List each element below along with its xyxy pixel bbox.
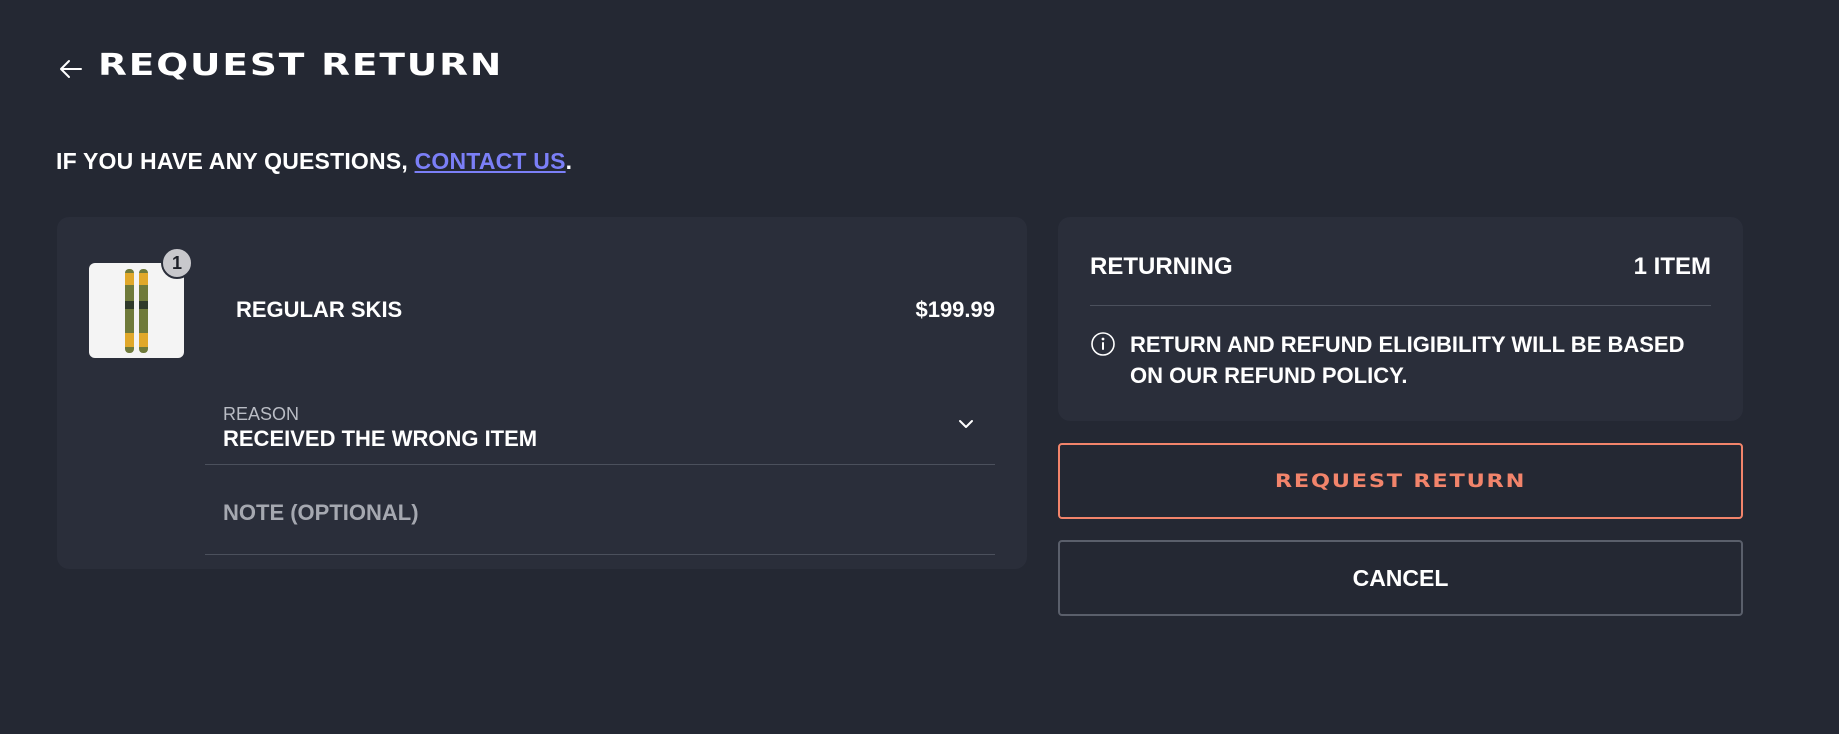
arrow-left-icon[interactable]: [56, 55, 84, 83]
help-text-prefix: IF YOU HAVE ANY QUESTIONS,: [56, 148, 415, 174]
return-item-card: 1 REGULAR SKIS $199.99 REASON RECEIVED T…: [57, 217, 1027, 569]
return-summary-card: RETURNING 1 ITEM RETURN AND REFUND ELIGI…: [1058, 217, 1743, 421]
page-title: REQUEST RETURN: [98, 48, 504, 83]
reason-select[interactable]: REASON RECEIVED THE WRONG ITEM: [205, 382, 995, 465]
help-text: IF YOU HAVE ANY QUESTIONS, CONTACT US.: [56, 148, 572, 175]
info-icon: [1091, 332, 1115, 356]
cancel-button-label: CANCEL: [1352, 564, 1449, 591]
returning-label: RETURNING: [1090, 253, 1233, 280]
chevron-down-icon: [959, 420, 973, 428]
reason-label: REASON: [223, 404, 300, 424]
cancel-button[interactable]: CANCEL: [1058, 540, 1743, 616]
summary-row: RETURNING 1 ITEM: [1090, 217, 1711, 306]
returning-count: 1 ITEM: [1633, 253, 1711, 280]
request-return-button-label: REQUEST RETURN: [1274, 470, 1527, 492]
contact-us-link[interactable]: CONTACT US: [415, 148, 566, 174]
quantity-badge: 1: [161, 247, 193, 279]
refund-policy-text: RETURN AND REFUND ELIGIBILITY WILL BE BA…: [1130, 332, 1685, 388]
reason-value: RECEIVED THE WRONG ITEM: [223, 426, 538, 451]
refund-policy-note: RETURN AND REFUND ELIGIBILITY WILL BE BA…: [1090, 329, 1711, 391]
page-header: REQUEST RETURN: [56, 48, 501, 83]
note-input[interactable]: [205, 467, 995, 554]
return-request-page: REQUEST RETURN IF YOU HAVE ANY QUESTIONS…: [0, 0, 1839, 734]
item-price: $199.99: [915, 297, 995, 322]
note-field-wrapper: [205, 467, 995, 555]
request-return-button[interactable]: REQUEST RETURN: [1058, 443, 1743, 519]
item-name: REGULAR SKIS: [236, 297, 403, 322]
item-thumbnail-wrapper: 1: [89, 247, 193, 358]
help-text-suffix: .: [565, 148, 573, 174]
